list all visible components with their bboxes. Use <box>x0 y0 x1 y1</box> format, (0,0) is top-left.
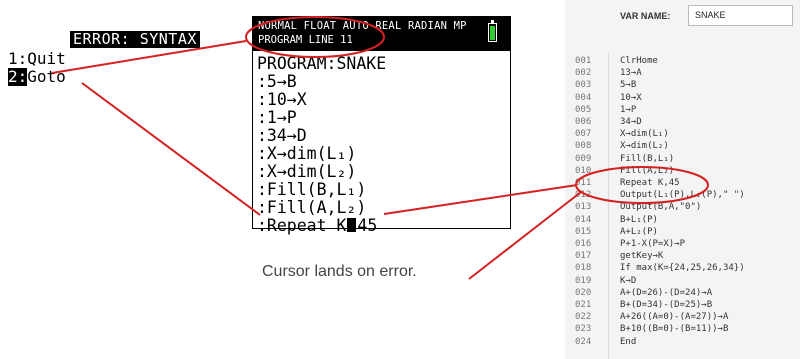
line-number: 007 <box>575 129 592 140</box>
var-name-label: VAR NAME: <box>620 11 671 21</box>
code-line[interactable]: X→dim(L₁) <box>620 128 669 140</box>
program-title: PROGRAM:SNAKE <box>257 54 387 73</box>
error-line-before: :Repeat K <box>257 216 347 235</box>
line-number: 004 <box>575 92 592 103</box>
code-line[interactable]: Fill(A,L₂) <box>620 165 674 177</box>
line-number: 014 <box>575 214 592 225</box>
annotation-text: Cursor lands on error. <box>262 263 417 280</box>
program-line: :1→P <box>257 108 297 127</box>
program-line-error[interactable]: :Repeat K 45 <box>257 217 377 235</box>
program-line: :Fill(B,L₁) <box>257 180 367 199</box>
menu-item-label: Quit <box>27 49 66 68</box>
line-number: 021 <box>575 300 592 310</box>
menu-item-number-selected: 2: <box>8 67 28 86</box>
code-line[interactable]: 5→B <box>620 79 636 91</box>
battery-level <box>490 26 495 40</box>
code-line[interactable]: A+(D=26)-(D=24)→A <box>620 287 712 299</box>
line-number: 019 <box>575 275 592 286</box>
program-line: :10→X <box>257 90 307 109</box>
error-line-after: 45 <box>357 216 378 235</box>
code-line[interactable]: K→D <box>620 275 636 287</box>
code-line[interactable]: 34→D <box>620 116 642 128</box>
line-number: 009 <box>575 153 592 164</box>
code-line[interactable]: Fill(B,L₁) <box>620 153 674 165</box>
code-line[interactable]: Output(L₁(P),L₂(P)," ") <box>620 189 745 201</box>
status-program-line: PROGRAM LINE 11 <box>258 34 353 46</box>
line-number: 011 <box>575 178 592 188</box>
line-number: 017 <box>575 251 592 262</box>
var-name-input[interactable]: SNAKE <box>688 5 793 26</box>
line-number: 006 <box>575 117 592 127</box>
calculator-screen: NORMAL FLOAT AUTO REAL RADIAN MP PROGRAM… <box>252 16 511 235</box>
status-bar: NORMAL FLOAT AUTO REAL RADIAN MP PROGRAM… <box>253 17 510 51</box>
code-line[interactable]: B+L₁(P) <box>620 214 658 226</box>
line-number: 023 <box>575 324 592 335</box>
program-line: :5→B <box>257 72 297 91</box>
program-line: :X→dim(L₂) <box>257 162 357 181</box>
code-line[interactable]: 1→P <box>620 104 636 116</box>
code-line[interactable]: A+26((A=0)-(A=27))→A <box>620 311 728 323</box>
code-line[interactable]: P+1-X(P=X)→P <box>620 238 685 250</box>
line-number: 002 <box>575 68 592 79</box>
program-line: :X→dim(L₁) <box>257 144 357 163</box>
program-line: :34→D <box>257 126 307 145</box>
line-number: 003 <box>575 80 592 91</box>
line-number: 012 <box>575 190 592 201</box>
program-line: :Fill(A,L₂) <box>257 198 367 217</box>
gutter-divider <box>608 52 609 359</box>
line-number: 020 <box>575 287 592 298</box>
menu-item-label: Goto <box>27 67 66 86</box>
connector-line <box>81 82 261 216</box>
code-line[interactable]: B+10((B=0)-(B=11))→B <box>620 323 728 335</box>
battery-icon <box>488 23 497 42</box>
status-mode-line: NORMAL FLOAT AUTO REAL RADIAN MP <box>258 20 467 32</box>
line-number: 015 <box>575 226 592 237</box>
cursor-block <box>347 218 357 232</box>
line-number: 005 <box>575 104 592 115</box>
code-line[interactable]: B+(D=34)-(D=25)→B <box>620 299 712 311</box>
code-line[interactable]: Repeat K,45 <box>620 177 680 189</box>
line-number: 024 <box>575 336 592 347</box>
code-line[interactable]: getKey→K <box>620 250 663 262</box>
menu-item-number: 1: <box>8 49 28 68</box>
line-number: 022 <box>575 312 592 323</box>
code-line[interactable]: End <box>620 336 636 348</box>
line-number: 001 <box>575 56 592 66</box>
code-line[interactable]: Output(B,A,"0") <box>620 201 701 213</box>
code-line[interactable]: A+L₂(P) <box>620 226 658 238</box>
line-number: 018 <box>575 263 592 274</box>
code-line[interactable]: 13→A <box>620 67 642 79</box>
code-line[interactable]: If max(K={24,25,26,34}) <box>620 262 745 274</box>
code-line[interactable]: X→dim(L₂) <box>620 140 669 152</box>
code-line[interactable]: 10→X <box>620 92 642 104</box>
error-title: ERROR: SYNTAX <box>70 31 200 48</box>
line-number: 008 <box>575 141 592 152</box>
code-line[interactable]: ClrHome <box>620 55 658 67</box>
line-number: 016 <box>575 239 592 249</box>
line-number: 010 <box>575 165 592 176</box>
menu-item-quit[interactable]: 1:Quit <box>8 50 66 68</box>
menu-item-goto[interactable]: 2:Goto <box>8 68 66 86</box>
line-number: 013 <box>575 202 592 213</box>
